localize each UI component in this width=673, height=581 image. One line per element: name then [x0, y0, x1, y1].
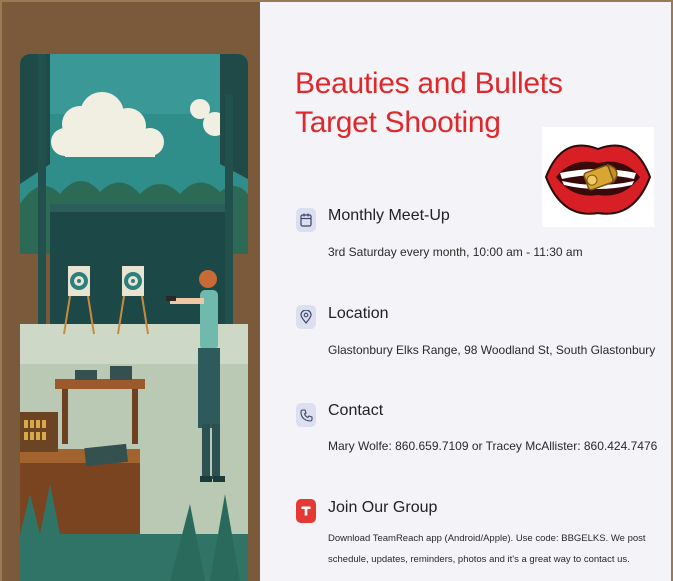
calendar-icon	[296, 208, 316, 232]
title-line-1: Beauties and Bullets	[295, 67, 563, 100]
teamreach-app-icon	[296, 499, 316, 523]
contact-heading: Contact	[328, 402, 384, 419]
shooting-range-illustration	[20, 54, 248, 581]
contact-details: Mary Wolfe: 860.659.7109 or Tracey McAll…	[328, 439, 658, 453]
meetup-schedule: 3rd Saturday every month, 10:00 am - 11:…	[328, 245, 583, 259]
location-pin-icon	[296, 305, 316, 329]
join-group-text-line-1: Download TeamReach app (Android/Apple). …	[328, 533, 646, 544]
location-address: Glastonbury Elks Range, 98 Woodland St, …	[328, 343, 656, 357]
title-line-2: Target Shooting	[295, 106, 501, 139]
location-heading: Location	[328, 305, 389, 322]
join-group-heading: Join Our Group	[328, 499, 438, 516]
phone-icon	[296, 403, 316, 427]
info-panel: Beauties and Bullets Target Shooting Mon…	[260, 2, 671, 581]
flyer-title: Beauties and Bullets Target Shooting	[295, 64, 563, 142]
illustration-panel	[2, 2, 260, 581]
meetup-heading: Monthly Meet-Up	[328, 207, 450, 224]
join-group-text-line-2: schedule, updates, reminders, photos and…	[328, 554, 630, 565]
lips-bullet-logo	[542, 127, 654, 227]
flyer: Beauties and Bullets Target Shooting Mon…	[0, 0, 673, 581]
